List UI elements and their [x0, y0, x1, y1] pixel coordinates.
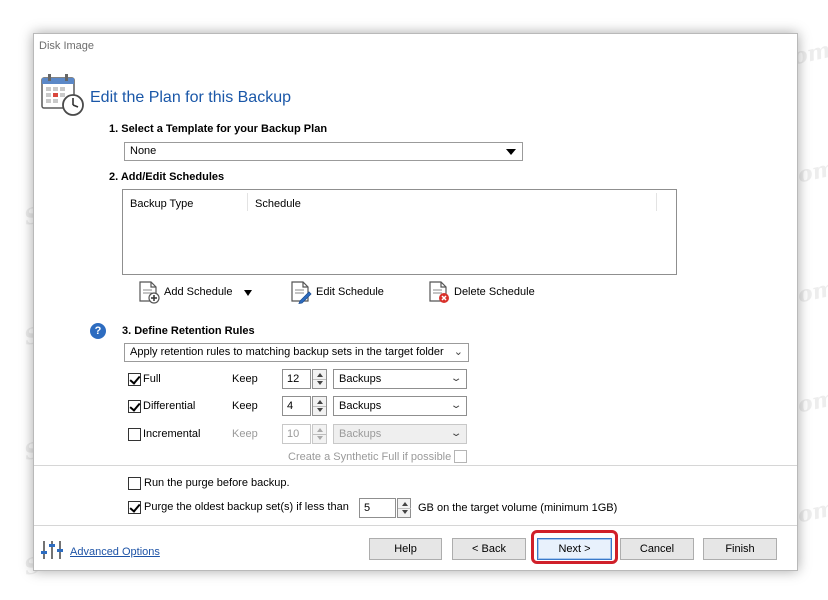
- help-button[interactable]: Help: [369, 538, 442, 560]
- page-title: Edit the Plan for this Backup: [90, 89, 291, 106]
- retention-section-title: 3. Define Retention Rules: [122, 325, 255, 337]
- full-keep-stepper[interactable]: 12: [282, 369, 328, 389]
- synthetic-full-checkbox: [454, 450, 467, 463]
- finish-button[interactable]: Finish: [703, 538, 777, 560]
- add-document-icon: [139, 281, 160, 304]
- full-unit-select[interactable]: Backups ⌄: [333, 369, 467, 389]
- add-schedule-button[interactable]: Add Schedule: [138, 280, 233, 304]
- spin-down-icon[interactable]: [317, 381, 323, 385]
- differential-unit-value: Backups: [339, 400, 382, 412]
- chevron-down-icon: ⌄: [449, 428, 463, 439]
- chevron-down-icon: ⌄: [449, 400, 463, 411]
- dialog-window: Disk Image Edit the Plan for this Backup…: [33, 33, 798, 571]
- chevron-down-icon: ⌄: [453, 346, 463, 358]
- help-icon[interactable]: ?: [90, 323, 106, 339]
- purge-size-value[interactable]: 5: [359, 498, 396, 518]
- differential-keep-stepper[interactable]: 4: [282, 396, 328, 416]
- edit-document-icon: [291, 281, 312, 304]
- purge-oldest-checkbox[interactable]: [128, 501, 141, 514]
- spin-up-icon[interactable]: [317, 400, 323, 404]
- back-button[interactable]: < Back: [452, 538, 526, 560]
- differential-keep-value[interactable]: 4: [282, 396, 311, 416]
- column-separator: [247, 193, 248, 211]
- column-header-schedule[interactable]: Schedule: [255, 198, 301, 210]
- spin-down-icon: [317, 436, 323, 440]
- incremental-checkbox[interactable]: [128, 428, 141, 441]
- dropdown-arrow-icon: [506, 149, 516, 155]
- template-select[interactable]: None: [124, 142, 523, 161]
- schedules-section-title: 2. Add/Edit Schedules: [109, 171, 225, 183]
- synthetic-full-label: Create a Synthetic Full if possible: [288, 451, 452, 463]
- next-button-highlight: [531, 530, 618, 564]
- incremental-keep-label: Keep: [232, 428, 258, 440]
- differential-keep-label: Keep: [232, 400, 258, 412]
- run-purge-checkbox[interactable]: [128, 477, 141, 490]
- spin-up-icon[interactable]: [402, 502, 408, 506]
- window-title: Disk Image: [39, 40, 95, 52]
- incremental-keep-stepper: 10: [282, 424, 328, 444]
- delete-document-icon: [429, 281, 449, 303]
- template-section-title: 1. Select a Template for your Backup Pla…: [109, 123, 328, 135]
- edit-schedule-label: Edit Schedule: [316, 286, 384, 298]
- advanced-options-link[interactable]: Advanced Options: [70, 546, 160, 558]
- spin-up-icon[interactable]: [317, 373, 323, 377]
- spin-buttons[interactable]: [397, 498, 411, 518]
- full-unit-value: Backups: [339, 373, 382, 385]
- incremental-keep-value: 10: [282, 424, 311, 444]
- full-label: Full: [143, 373, 161, 385]
- full-keep-label: Keep: [232, 373, 258, 385]
- spin-buttons[interactable]: [312, 396, 327, 416]
- delete-schedule-button[interactable]: Delete Schedule: [428, 280, 535, 304]
- add-schedule-label: Add Schedule: [164, 286, 233, 298]
- calendar-clock-icon: [40, 72, 86, 118]
- column-header-backup-type[interactable]: Backup Type: [130, 198, 193, 210]
- purge-oldest-label: Purge the oldest backup set(s) if less t…: [144, 501, 349, 513]
- edit-schedule-button[interactable]: Edit Schedule: [290, 280, 384, 304]
- run-purge-label: Run the purge before backup.: [144, 477, 290, 489]
- chevron-down-icon: ⌄: [449, 373, 463, 384]
- schedules-list[interactable]: Backup Type Schedule: [122, 189, 677, 275]
- retention-mode-value: Apply retention rules to matching backup…: [130, 346, 444, 358]
- spin-down-icon[interactable]: [402, 510, 408, 514]
- cancel-button[interactable]: Cancel: [620, 538, 694, 560]
- purge-suffix-label: GB on the target volume (minimum 1GB): [418, 502, 618, 514]
- divider: [34, 525, 797, 526]
- full-keep-value[interactable]: 12: [282, 369, 311, 389]
- retention-mode-select[interactable]: Apply retention rules to matching backup…: [124, 343, 469, 362]
- column-separator: [656, 193, 657, 211]
- differential-checkbox[interactable]: [128, 400, 141, 413]
- delete-schedule-label: Delete Schedule: [454, 286, 535, 298]
- spin-up-icon: [317, 428, 323, 432]
- divider: [34, 465, 797, 466]
- differential-label: Differential: [143, 400, 196, 412]
- incremental-unit-select: Backups ⌄: [333, 424, 467, 444]
- schedules-list-header: Backup Type Schedule: [123, 190, 676, 212]
- full-checkbox[interactable]: [128, 373, 141, 386]
- template-select-value: None: [130, 145, 157, 157]
- incremental-unit-value: Backups: [339, 428, 382, 440]
- spin-buttons: [312, 424, 327, 444]
- differential-unit-select[interactable]: Backups ⌄: [333, 396, 467, 416]
- sliders-icon[interactable]: [40, 539, 64, 564]
- add-schedule-dropdown-arrow-icon[interactable]: [244, 290, 252, 296]
- incremental-label: Incremental: [143, 428, 201, 440]
- spin-buttons[interactable]: [312, 369, 327, 389]
- spin-down-icon[interactable]: [317, 408, 323, 412]
- purge-size-stepper[interactable]: 5: [359, 498, 411, 518]
